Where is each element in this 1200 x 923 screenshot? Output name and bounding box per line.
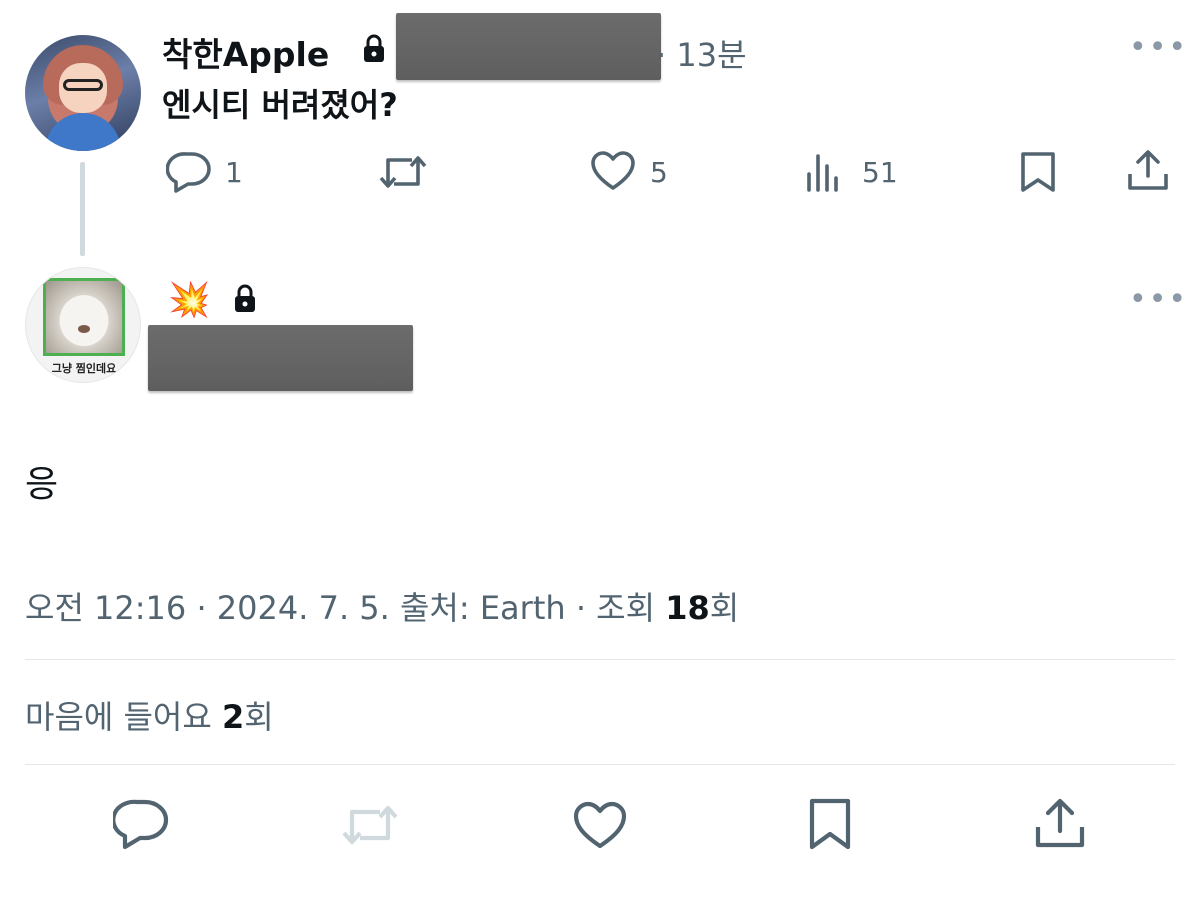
explosion-emoji: 💥 — [168, 280, 211, 320]
retweet-icon — [342, 805, 398, 845]
views-icon — [807, 154, 838, 192]
parent-avatar[interactable] — [25, 35, 141, 151]
parent-tweet-text: 엔시티 버려졌어? — [162, 86, 398, 124]
main-tweet-text: 응 — [25, 464, 59, 505]
share-icon — [1035, 798, 1085, 848]
parent-views-count: 51 — [862, 156, 898, 189]
lock-icon — [361, 34, 387, 64]
parent-display-name[interactable]: 착한Apple — [162, 28, 329, 76]
like-icon — [573, 801, 627, 849]
share-icon — [1128, 150, 1168, 190]
like-icon — [591, 151, 635, 190]
like-button[interactable] — [572, 800, 628, 850]
parent-like-button[interactable] — [590, 150, 636, 192]
retweet-button-disabled — [340, 800, 400, 850]
tweet-date[interactable]: 2024. 7. 5. — [217, 589, 390, 627]
parent-bookmark-button[interactable] — [1019, 150, 1057, 194]
tweet-meta: 오전 12:16 · 2024. 7. 5. 출처: Earth · 조회 18… — [25, 589, 740, 627]
redacted-handle — [148, 325, 413, 391]
bookmark-icon — [809, 798, 851, 850]
parent-like-count: 5 — [650, 156, 668, 189]
parent-share-button[interactable] — [1126, 148, 1170, 192]
retweet-icon — [379, 156, 427, 188]
bookmark-icon — [1021, 152, 1055, 192]
views-label: 조회 — [596, 589, 656, 627]
parent-reply-count: 1 — [225, 156, 243, 189]
share-button[interactable] — [1034, 797, 1086, 849]
reply-button[interactable] — [113, 798, 169, 850]
reply-icon — [113, 799, 169, 850]
divider — [25, 659, 1175, 660]
source-label: 출처: — [399, 589, 470, 627]
lock-icon — [232, 284, 258, 314]
likes-count: 2 — [221, 698, 245, 736]
likes-label: 마음에 들어요 — [25, 698, 212, 736]
likes-summary[interactable]: 마음에 들어요 2회 — [25, 692, 274, 738]
parent-retweet-button[interactable] — [378, 150, 428, 194]
tweet-time[interactable]: 오전 12:16 — [25, 589, 186, 627]
more-icon[interactable]: ••• — [1129, 282, 1188, 317]
likes-unit: 회 — [244, 698, 274, 736]
source-name[interactable]: Earth — [480, 589, 566, 627]
avatar-caption: 그냥 찜인데요 — [51, 362, 117, 375]
parent-time[interactable]: · 13분 — [656, 30, 747, 76]
parent-views-button[interactable] — [804, 152, 846, 192]
views-count: 18 — [665, 589, 710, 627]
reply-icon — [166, 152, 211, 193]
redacted-handle — [396, 13, 661, 80]
views-unit: 회 — [709, 589, 740, 627]
thread-line — [80, 162, 85, 256]
main-avatar[interactable]: 그냥 찜인데요 — [25, 267, 141, 383]
bookmark-button[interactable] — [808, 797, 852, 851]
divider — [25, 764, 1175, 765]
parent-reply-button[interactable] — [166, 150, 212, 194]
more-icon[interactable]: ••• — [1129, 30, 1188, 65]
